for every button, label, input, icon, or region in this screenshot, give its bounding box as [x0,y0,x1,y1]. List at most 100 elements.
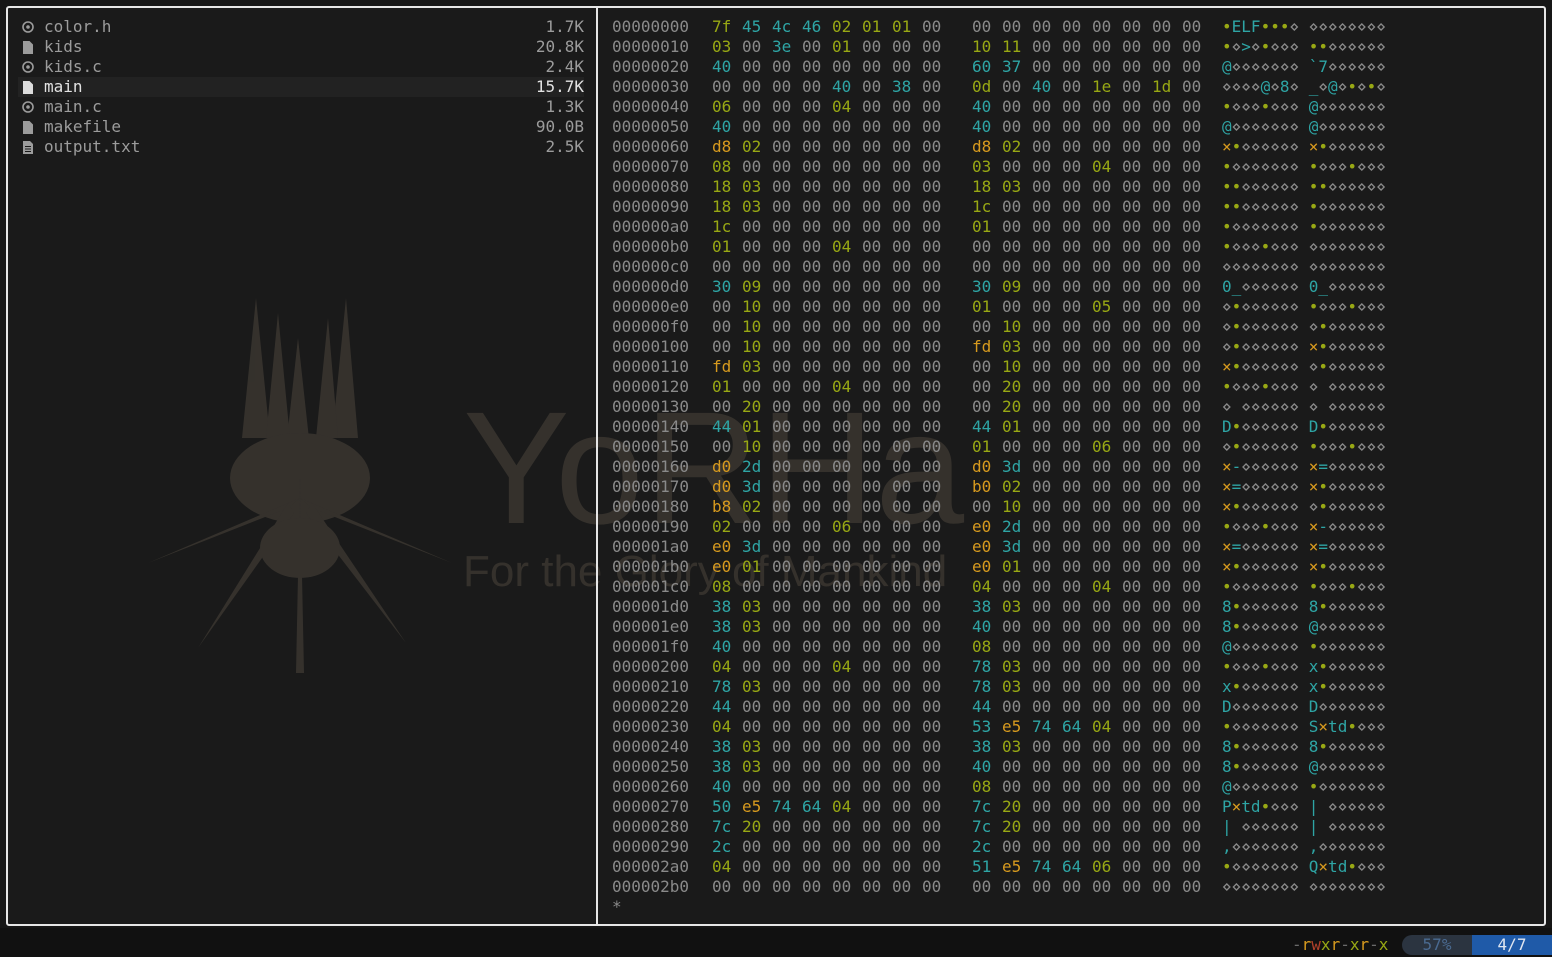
hex-byte: 00 [1152,377,1172,396]
hex-byte: 00 [802,277,822,296]
hex-ascii: •⋄⋄⋄•⋄⋄⋄ ×-⋄⋄⋄⋄⋄⋄ [1222,517,1386,536]
hex-byte: 00 [1032,597,1052,616]
hex-byte: 10 [1002,497,1022,516]
hex-byte: 00 [1152,597,1172,616]
hex-byte: 00 [922,517,942,536]
hex-ascii: •ELF•••⋄ ⋄⋄⋄⋄⋄⋄⋄⋄ [1222,17,1386,36]
hex-byte: 00 [1182,17,1202,36]
hex-byte: 00 [862,317,882,336]
hex-byte: 00 [892,617,912,636]
hex-byte: 00 [862,857,882,876]
hex-byte: 01 [712,237,732,256]
hex-byte: 00 [892,357,912,376]
hex-ascii: @⋄⋄⋄⋄⋄⋄⋄ @⋄⋄⋄⋄⋄⋄⋄ [1222,117,1386,136]
hex-byte: 00 [772,537,792,556]
hex-byte: 00 [1152,517,1172,536]
hex-byte: 00 [862,217,882,236]
hex-byte: 04 [832,377,852,396]
hex-byte: 00 [802,157,822,176]
hex-byte: 00 [862,237,882,256]
hex-byte: 00 [922,717,942,736]
hex-byte: 00 [832,57,852,76]
hex-byte: 00 [1122,457,1142,476]
hex-byte: 00 [922,577,942,596]
hex-offset: 00000210 [612,677,690,696]
hex-byte: 00 [922,477,942,496]
hex-byte: 37 [1002,57,1022,76]
hex-byte: d8 [972,137,992,156]
hex-byte: 00 [772,437,792,456]
hex-byte: 00 [1152,337,1172,356]
hex-byte: 00 [712,77,732,96]
file-row[interactable]: color.h 1.7K [18,17,584,37]
hex-byte: 00 [1182,677,1202,696]
hex-byte: 00 [1032,877,1052,896]
hex-byte: 00 [742,97,762,116]
hex-byte: 00 [1092,797,1112,816]
hex-byte: 00 [1182,97,1202,116]
hex-byte: 00 [772,697,792,716]
hex-offset: 00000180 [612,497,690,516]
file-row[interactable]: main 15.7K [18,77,584,97]
hex-byte: 00 [802,77,822,96]
status-bar: -rwxr-xr-x 57% 4/7 [0,928,1552,957]
hex-byte: 40 [972,617,992,636]
hex-byte: 00 [862,657,882,676]
hex-byte: 00 [1032,437,1052,456]
hex-byte: 00 [1152,317,1172,336]
hex-byte: 00 [1032,557,1052,576]
hex-offset: 00000200 [612,657,690,676]
hex-offset: 000000e0 [612,297,690,316]
hex-byte: 00 [1152,477,1172,496]
hex-byte: b8 [712,497,732,516]
hex-byte: 00 [1152,557,1172,576]
hex-byte: 00 [1122,357,1142,376]
hex-byte: e0 [972,557,992,576]
hex-byte: 40 [712,777,732,796]
file-row[interactable]: output.txt 2.5K [18,137,584,157]
hex-byte: 00 [892,777,912,796]
hex-byte: 00 [1152,257,1172,276]
file-row[interactable]: main.c 1.3K [18,97,584,117]
file-row[interactable]: makefile 90.0B [18,117,584,137]
hex-byte: 00 [772,357,792,376]
hex-byte: 00 [892,377,912,396]
hex-byte: 00 [772,337,792,356]
hex-offset: 00000170 [612,477,690,496]
hex-byte: 00 [1182,657,1202,676]
hex-byte: 00 [1032,37,1052,56]
file-row[interactable]: kids 20.8K [18,37,584,57]
hex-byte: 00 [892,597,912,616]
hex-byte: 00 [1062,337,1082,356]
hex-byte: 00 [1032,417,1052,436]
hex-byte: 00 [892,677,912,696]
hex-byte: 30 [972,277,992,296]
hex-byte: 00 [1122,757,1142,776]
hex-byte: 00 [892,737,912,756]
hex-byte: 00 [1152,57,1172,76]
hex-byte: 00 [1122,597,1142,616]
hex-byte: 00 [1182,617,1202,636]
hex-byte: 00 [1062,517,1082,536]
hex-byte: 00 [862,197,882,216]
hex-byte: 00 [1002,877,1022,896]
hex-ascii: ⋄•⋄⋄⋄⋄⋄⋄ •⋄⋄⋄•⋄⋄⋄ [1222,297,1386,316]
hex-offset: 00000120 [612,377,690,396]
hex-byte: 00 [832,337,852,356]
hex-byte: 10 [742,297,762,316]
hex-byte: 01 [742,557,762,576]
hex-offset: 000000a0 [612,217,690,236]
file-row[interactable]: kids.c 2.4K [18,57,584,77]
hex-ascii: 8•⋄⋄⋄⋄⋄⋄ 8•⋄⋄⋄⋄⋄⋄ [1222,737,1386,756]
hex-byte: 00 [712,317,732,336]
cursor-position: 4/7 [1472,935,1552,955]
hex-byte: 00 [862,137,882,156]
hex-ascii: 8•⋄⋄⋄⋄⋄⋄ @⋄⋄⋄⋄⋄⋄⋄ [1222,757,1386,776]
hex-byte: 00 [1152,677,1172,696]
hex-byte: 00 [772,197,792,216]
hex-byte: 00 [1062,597,1082,616]
hex-byte: 03 [1002,737,1022,756]
hex-byte: 00 [1182,817,1202,836]
hex-byte: 7f [712,17,732,36]
hex-byte: 00 [1002,617,1022,636]
